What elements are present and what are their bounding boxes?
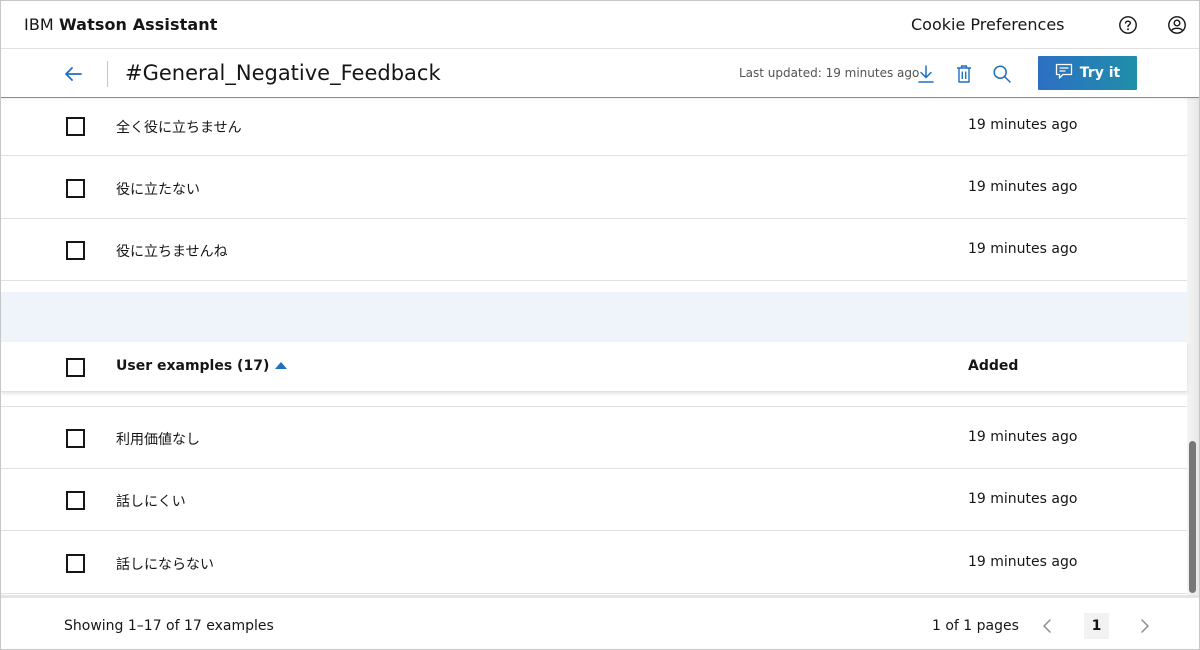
user-avatar-icon[interactable]: [1166, 14, 1188, 36]
trash-icon[interactable]: [952, 62, 976, 86]
row-checkbox[interactable]: [66, 554, 85, 573]
added-time: 19 minutes ago: [968, 429, 1078, 445]
table-row: 全く役に立ちません 19 minutes ago: [1, 94, 1187, 156]
row-checkbox[interactable]: [66, 179, 85, 198]
last-updated-text: Last updated: 19 minutes ago: [739, 66, 920, 80]
scrollbar-thumb[interactable]: [1189, 441, 1196, 593]
current-page-button[interactable]: 1: [1084, 613, 1109, 639]
search-icon[interactable]: [990, 62, 1014, 86]
sort-ascending-icon: [275, 362, 288, 369]
app-window: IBM Watson Assistant Cookie Preferences …: [0, 0, 1200, 650]
example-text[interactable]: 全く役に立ちません: [116, 117, 242, 137]
example-text[interactable]: 役に立ちませんね: [116, 241, 228, 261]
pagination-footer: Showing 1–17 of 17 examples 1 of 1 pages…: [1, 595, 1199, 649]
user-examples-column-header[interactable]: User examples (17): [116, 358, 288, 374]
chevron-right-icon[interactable]: [1135, 616, 1155, 636]
added-time: 19 minutes ago: [968, 179, 1078, 195]
header-divider: [107, 61, 108, 87]
chevron-left-icon[interactable]: [1037, 616, 1057, 636]
examples-table-header: User examples (17) Added: [1, 342, 1187, 392]
row-checkbox[interactable]: [66, 429, 85, 448]
app-header: IBM Watson Assistant Cookie Preferences: [1, 1, 1199, 49]
example-text[interactable]: 役に立たない: [116, 179, 200, 199]
table-row: 役に立ちませんね 19 minutes ago: [1, 219, 1187, 281]
select-all-checkbox[interactable]: [66, 358, 85, 377]
cookie-preferences-link[interactable]: Cookie Preferences: [911, 15, 1065, 34]
brand-name: Watson Assistant: [59, 15, 218, 34]
added-column-header[interactable]: Added: [968, 358, 1018, 374]
intent-title: #General_Negative_Feedback: [125, 61, 441, 85]
help-icon[interactable]: [1117, 14, 1139, 36]
download-icon[interactable]: [914, 62, 938, 86]
example-text[interactable]: 話しにくい: [116, 491, 186, 511]
intent-header: #General_Negative_Feedback Last updated:…: [1, 49, 1199, 98]
row-checkbox[interactable]: [66, 117, 85, 136]
back-arrow-icon[interactable]: [61, 62, 85, 86]
section-spacer: [1, 292, 1187, 342]
table-row: 役に立たない 19 minutes ago: [1, 157, 1187, 219]
added-time: 19 minutes ago: [968, 554, 1078, 570]
try-it-label: Try it: [1079, 65, 1121, 81]
table-row: 利用価値なし 19 minutes ago: [1, 407, 1187, 469]
chat-icon: [1055, 63, 1073, 84]
added-time: 19 minutes ago: [968, 241, 1078, 257]
example-text[interactable]: 利用価値なし: [116, 429, 200, 449]
added-time: 19 minutes ago: [968, 117, 1078, 133]
pages-count: 1 of 1 pages: [932, 618, 1019, 634]
table-row: 話しにくい 19 minutes ago: [1, 469, 1187, 531]
user-examples-label: User examples (17): [116, 358, 270, 374]
showing-count: Showing 1–17 of 17 examples: [64, 618, 274, 634]
row-checkbox[interactable]: [66, 491, 85, 510]
app-brand[interactable]: IBM Watson Assistant: [24, 15, 218, 34]
brand-prefix: IBM: [24, 15, 54, 34]
example-text[interactable]: 話しにならない: [116, 554, 214, 574]
added-time: 19 minutes ago: [968, 491, 1078, 507]
try-it-button[interactable]: Try it: [1038, 56, 1137, 90]
table-row: 話しにならない 19 minutes ago: [1, 532, 1187, 594]
row-checkbox[interactable]: [66, 241, 85, 260]
